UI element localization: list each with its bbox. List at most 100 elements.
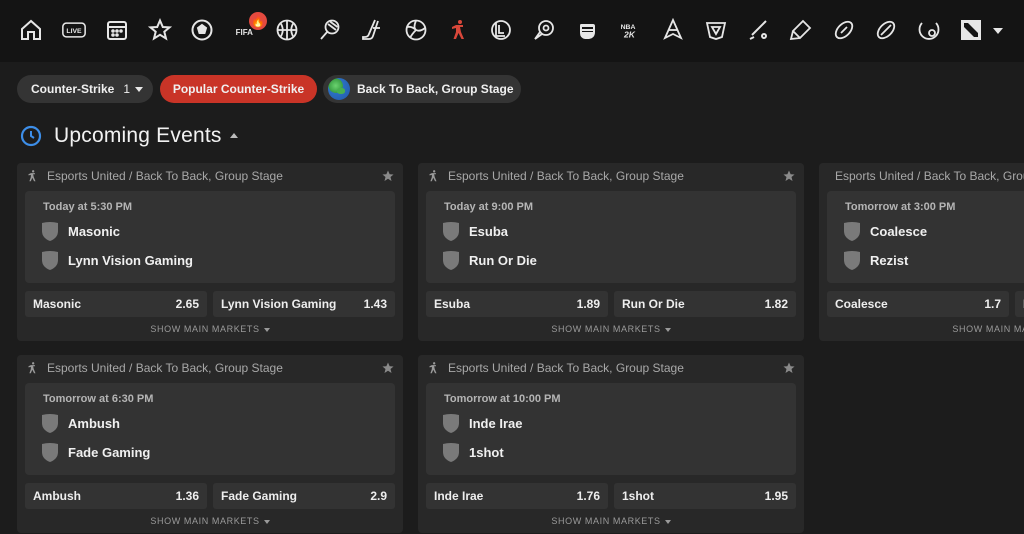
team-shield-icon: [42, 443, 58, 462]
league-of-legends-icon[interactable]: [488, 17, 514, 43]
overwatch-icon[interactable]: [916, 17, 942, 43]
event-card: Esports United / Back To Back, Group Sta…: [819, 163, 1024, 341]
chevron-down-icon: [135, 87, 143, 92]
odds-button-home[interactable]: Esuba 1.89: [426, 291, 608, 317]
event-card: Esports United / Back To Back, Group Sta…: [17, 163, 403, 341]
popular-filter-chip[interactable]: Popular Counter-Strike: [160, 75, 317, 103]
markets-label: SHOW MAIN MARKETS: [150, 516, 260, 526]
cricket-icon[interactable]: [745, 17, 771, 43]
volleyball-icon[interactable]: [403, 17, 429, 43]
event-league[interactable]: Esports United / Back To Back, Group Sta…: [47, 361, 283, 375]
odds-button-home[interactable]: Inde Irae 1.76: [426, 483, 608, 509]
basketball-icon[interactable]: [274, 17, 300, 43]
markets-label: SHOW MAIN MARKETS: [150, 324, 260, 334]
chevron-down-icon: [664, 519, 671, 524]
fire-badge-icon: 🔥: [249, 12, 267, 30]
odds-button-away[interactable]: Run Or Die 1.82: [614, 291, 796, 317]
event-league[interactable]: Esports United / Back To Back, Group Sta…: [835, 169, 1024, 183]
soccer-icon[interactable]: [189, 17, 215, 43]
team-home: Inde Irae: [442, 413, 522, 433]
event-details[interactable]: Today at 5:30 PM Masonic Lynn Vision Gam…: [25, 191, 395, 283]
team-shield-icon: [42, 222, 58, 241]
team-away: Fade Gaming: [41, 442, 150, 462]
favorite-star-icon[interactable]: [381, 169, 395, 183]
team-name: Lynn Vision Gaming: [68, 252, 193, 268]
hockey-icon[interactable]: [359, 17, 385, 43]
counter-strike-icon: [28, 170, 36, 182]
team-shield-icon: [844, 251, 860, 270]
american-football-icon[interactable]: [831, 17, 857, 43]
tennis-icon[interactable]: [317, 17, 343, 43]
odds-value: 1.89: [576, 297, 600, 311]
event-league[interactable]: Esports United / Back To Back, Group Sta…: [47, 169, 283, 183]
odds-button-home[interactable]: Masonic 2.65: [25, 291, 207, 317]
odds-button-home[interactable]: Coalesce 1.7: [827, 291, 1009, 317]
event-details[interactable]: Tomorrow at 6:30 PM Ambush Fade Gaming: [25, 383, 395, 475]
odds-team: Esuba: [434, 297, 471, 311]
home-icon[interactable]: [18, 17, 44, 43]
fist-icon[interactable]: [574, 17, 600, 43]
card-header: Esports United / Back To Back, Group Sta…: [418, 163, 804, 189]
team-away: Rezist: [843, 250, 908, 270]
show-main-markets-link[interactable]: SHOW MAIN MARKETS: [819, 324, 1024, 334]
esports-icon-3[interactable]: [788, 17, 814, 43]
more-sports-chevron-down-icon[interactable]: [993, 28, 1003, 34]
odds-value: 2.9: [370, 489, 387, 503]
favorite-star-icon[interactable]: [782, 361, 796, 375]
odds-button-home[interactable]: Ambush 1.36: [25, 483, 207, 509]
live-icon[interactable]: LIVE: [60, 17, 88, 43]
svg-text:LIVE: LIVE: [66, 28, 82, 35]
chevron-down-icon: [664, 327, 671, 332]
calendar-icon[interactable]: [104, 17, 130, 43]
show-main-markets-link[interactable]: SHOW MAIN MARKETS: [418, 516, 804, 526]
rugby-icon[interactable]: [873, 17, 899, 43]
game-filter-label: Counter-Strike: [31, 82, 115, 96]
team-home: Masonic: [41, 221, 120, 241]
event-details[interactable]: Tomorrow at 3:00 PM Coalesce Rezist: [827, 191, 1024, 283]
team-name: 1shot: [469, 444, 504, 460]
event-league[interactable]: Esports United / Back To Back, Group Sta…: [448, 169, 684, 183]
team-shield-icon: [443, 414, 459, 433]
favorite-star-icon[interactable]: [782, 169, 796, 183]
esports-icon-1[interactable]: [660, 17, 686, 43]
game-filter-dropdown[interactable]: Counter-Strike 1: [17, 75, 153, 103]
clock-icon: [20, 125, 42, 147]
show-main-markets-link[interactable]: SHOW MAIN MARKETS: [17, 324, 403, 334]
league-filter-chip[interactable]: Back To Back, Group Stage: [323, 75, 521, 103]
chevron-down-icon: [263, 519, 270, 524]
event-card: Esports United / Back To Back, Group Sta…: [17, 355, 403, 533]
team-shield-icon: [443, 443, 459, 462]
event-time: Tomorrow at 3:00 PM: [845, 201, 956, 213]
odds-button-away[interactable]: Lynn Vision Gaming 1.43: [213, 291, 395, 317]
show-main-markets-link[interactable]: SHOW MAIN MARKETS: [418, 324, 804, 334]
event-time: Today at 9:00 PM: [444, 201, 534, 213]
odds-team: Inde Irae: [434, 489, 484, 503]
event-league[interactable]: Esports United / Back To Back, Group Sta…: [448, 361, 684, 375]
game-filter-count: 1: [123, 82, 131, 96]
odds-team: Fade Gaming: [221, 489, 298, 503]
event-card: Esports United / Back To Back, Group Sta…: [418, 163, 804, 341]
event-time: Tomorrow at 6:30 PM: [43, 393, 154, 405]
team-name: Esuba: [469, 223, 509, 239]
odds-value: 1.76: [576, 489, 600, 503]
svg-text:2K: 2K: [623, 30, 636, 40]
event-details[interactable]: Tomorrow at 10:00 PM Inde Irae 1shot: [426, 383, 796, 475]
show-main-markets-link[interactable]: SHOW MAIN MARKETS: [17, 516, 403, 526]
odds-button-away[interactable]: Rezist: [1015, 291, 1024, 317]
favorites-star-icon[interactable]: [147, 17, 173, 43]
odds-team: Run Or Die: [622, 297, 685, 311]
nba2k-icon[interactable]: NBA 2K: [616, 17, 644, 43]
odds-button-away[interactable]: Fade Gaming 2.9: [213, 483, 395, 509]
event-details[interactable]: Today at 9:00 PM Esuba Run Or Die: [426, 191, 796, 283]
collapse-caret-icon: [229, 132, 238, 138]
esports-icon-2[interactable]: [703, 17, 729, 43]
team-name: Rezist: [870, 252, 909, 268]
globe-icon: [328, 78, 350, 100]
favorite-star-icon[interactable]: [381, 361, 395, 375]
team-name: Fade Gaming: [68, 444, 151, 460]
counter-strike-icon[interactable]: [445, 17, 471, 43]
upcoming-events-header[interactable]: Upcoming Events: [20, 124, 238, 148]
odds-button-away[interactable]: 1shot 1.95: [614, 483, 796, 509]
rocket-league-icon[interactable]: [531, 17, 557, 43]
dota-icon[interactable]: [958, 17, 984, 43]
